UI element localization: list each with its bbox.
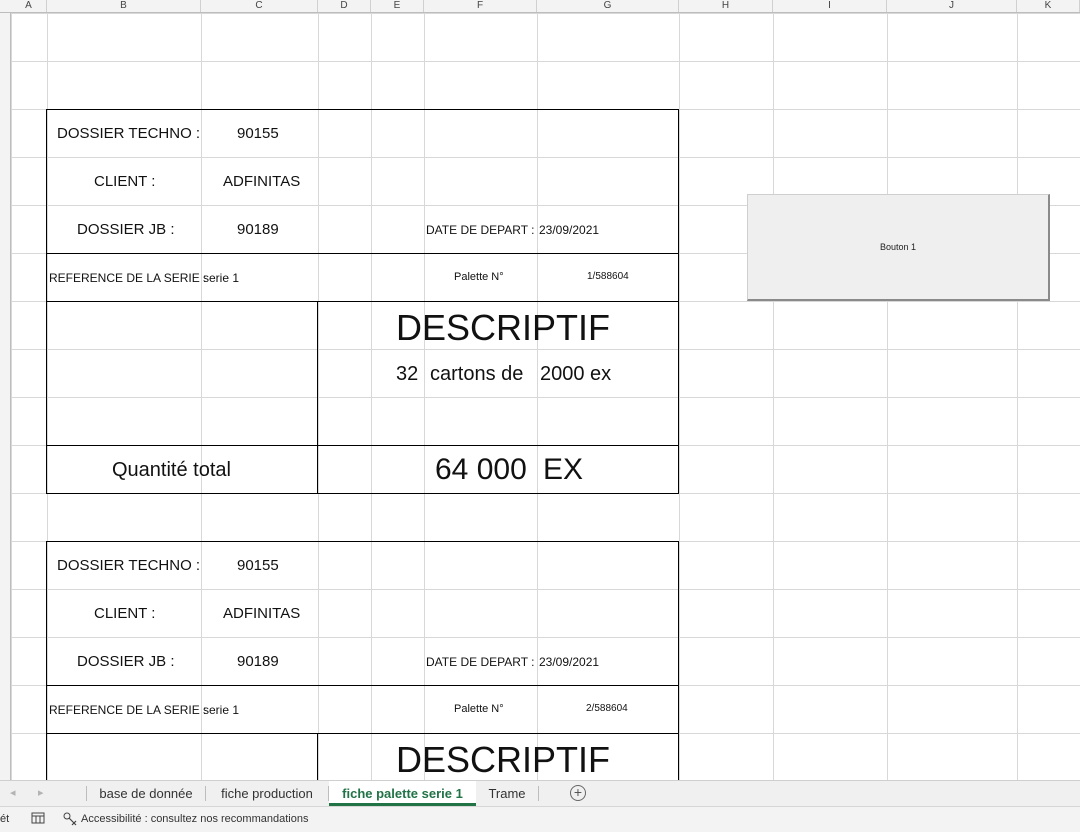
- dossier-techno-value[interactable]: 90155: [237, 125, 279, 142]
- status-ready-text: ét: [0, 813, 10, 825]
- date-depart-label: DATE DE DEPART :: [426, 223, 535, 237]
- tab-trame[interactable]: Trame: [477, 781, 537, 806]
- column-header-b[interactable]: B: [47, 0, 201, 12]
- scroll-tabs-right-icon[interactable]: ▸: [38, 786, 44, 799]
- column-header-a[interactable]: A: [11, 0, 47, 12]
- palette-label: Palette N°: [454, 271, 504, 283]
- status-bar: ét Accessibilité : consultez nos recomma…: [0, 806, 1080, 832]
- sheet-tab-bar: ◂ ▸ base de donnée fiche production fich…: [0, 780, 1080, 806]
- reference-value[interactable]: serie 1: [203, 271, 239, 285]
- row-header-bar[interactable]: [0, 13, 11, 780]
- tab-base-de-donnee[interactable]: base de donnée: [87, 781, 205, 806]
- dossier-jb-label: DOSSIER JB :: [77, 221, 175, 238]
- date-depart-value[interactable]: 23/09/2021: [539, 655, 599, 669]
- palette-label: Palette N°: [454, 703, 504, 715]
- dossier-techno-label: DOSSIER TECHNO :: [57, 125, 201, 142]
- cartons-ex[interactable]: 2000 ex: [540, 363, 611, 386]
- tab-fiche-palette-serie-1[interactable]: fiche palette serie 1: [329, 781, 476, 806]
- column-header-j[interactable]: J: [887, 0, 1017, 12]
- client-value[interactable]: ADFINITAS: [223, 173, 300, 190]
- client-value[interactable]: ADFINITAS: [223, 605, 300, 622]
- reference-label: REFERENCE DE LA SERIE :: [49, 703, 207, 717]
- dossier-jb-value[interactable]: 90189: [237, 221, 279, 238]
- accessibility-icon[interactable]: [62, 811, 78, 830]
- column-header-e[interactable]: E: [371, 0, 424, 12]
- dossier-jb-label: DOSSIER JB :: [77, 653, 175, 670]
- scroll-tabs-left-icon[interactable]: ◂: [10, 786, 16, 799]
- column-header-f[interactable]: F: [424, 0, 537, 12]
- worksheet[interactable]: A B C D E F G H I J K DOSSIER TECHNO : 9…: [0, 0, 1080, 780]
- dossier-techno-label: DOSSIER TECHNO :: [57, 557, 201, 574]
- tab-fiche-production[interactable]: fiche production: [206, 781, 328, 806]
- reference-value[interactable]: serie 1: [203, 703, 239, 717]
- palette-value[interactable]: 2/588604: [586, 703, 628, 714]
- macro-recording-icon[interactable]: [31, 811, 45, 828]
- date-depart-value[interactable]: 23/09/2021: [539, 223, 599, 237]
- column-header-c[interactable]: C: [201, 0, 318, 12]
- tab-separator: [538, 786, 539, 801]
- date-depart-label: DATE DE DEPART :: [426, 655, 535, 669]
- reference-label: REFERENCE DE LA SERIE :: [49, 271, 207, 285]
- column-header-g[interactable]: G: [537, 0, 679, 12]
- cartons-count[interactable]: 32: [396, 363, 418, 386]
- add-sheet-icon[interactable]: +: [570, 785, 586, 801]
- column-header-i[interactable]: I: [773, 0, 887, 12]
- client-label: CLIENT :: [94, 173, 156, 190]
- column-header-k[interactable]: K: [1017, 0, 1080, 12]
- quantite-value[interactable]: 64 000: [435, 453, 527, 487]
- descriptif-title: DESCRIPTIF: [396, 739, 611, 780]
- descriptif-title: DESCRIPTIF: [396, 307, 611, 348]
- column-header-h[interactable]: H: [679, 0, 773, 12]
- palette-value[interactable]: 1/588604: [587, 271, 629, 282]
- client-label: CLIENT :: [94, 605, 156, 622]
- quantite-label: Quantité total: [112, 459, 231, 481]
- quantite-unit: EX: [543, 453, 584, 486]
- dossier-jb-value[interactable]: 90189: [237, 653, 279, 670]
- cartons-label: cartons de: [430, 363, 524, 385]
- dossier-techno-value[interactable]: 90155: [237, 557, 279, 574]
- macro-button[interactable]: Bouton 1: [747, 194, 1050, 301]
- accessibility-text[interactable]: Accessibilité : consultez nos recommanda…: [81, 813, 308, 825]
- column-header-d[interactable]: D: [318, 0, 371, 12]
- column-header-bar: A B C D E F G H I J K: [0, 0, 1080, 13]
